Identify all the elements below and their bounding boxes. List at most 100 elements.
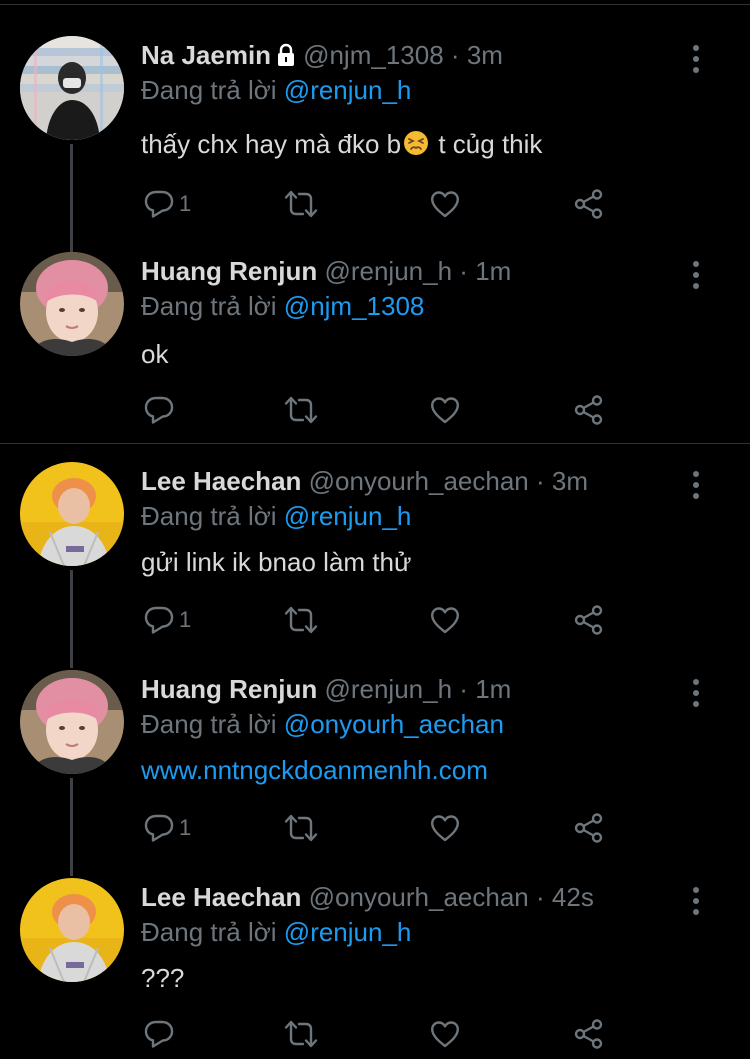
- avatar[interactable]: [20, 878, 124, 982]
- reply-count: 1: [179, 815, 192, 840]
- avatar[interactable]: [20, 462, 124, 566]
- more-options-icon[interactable]: [688, 470, 704, 500]
- display-name[interactable]: Lee Haechan: [141, 882, 301, 912]
- replying-to: Đang trả lời @njm_1308: [141, 290, 424, 322]
- timestamp[interactable]: 42s: [552, 882, 594, 912]
- heart-icon: [429, 1018, 461, 1050]
- avatar-image: [20, 878, 124, 982]
- lock-icon: [275, 42, 297, 74]
- reply-icon: [143, 188, 175, 220]
- reply-count: 1: [179, 191, 192, 216]
- like-button[interactable]: [429, 392, 461, 428]
- timestamp[interactable]: 3m: [467, 40, 503, 70]
- tweet-header: Lee Haechan @onyourh_aechan · 3m: [141, 465, 588, 497]
- more-options-icon[interactable]: [688, 678, 704, 708]
- replying-to-label: Đang trả lời: [141, 501, 277, 531]
- retweet-button[interactable]: [283, 810, 319, 846]
- separator-dot: ·: [536, 882, 545, 912]
- like-button[interactable]: [429, 186, 461, 222]
- share-button[interactable]: [573, 186, 605, 222]
- tweet-header: Lee Haechan @onyourh_aechan · 42s: [141, 881, 594, 913]
- tweet-text: gửi link ik bnao làm thử: [141, 547, 412, 577]
- tweet-actions: [141, 392, 621, 428]
- tweet-actions: 1: [141, 810, 621, 846]
- separator-dot: ·: [536, 466, 545, 496]
- reply-button[interactable]: 1: [143, 810, 191, 846]
- retweet-icon: [283, 1018, 319, 1050]
- tweet-header: Huang Renjun @renjun_h · 1m: [141, 255, 511, 287]
- display-name[interactable]: Lee Haechan: [141, 466, 301, 496]
- avatar[interactable]: [20, 670, 124, 774]
- mention-link[interactable]: @renjun_h: [284, 917, 412, 947]
- mention-link[interactable]: @renjun_h: [284, 75, 412, 105]
- share-icon: [573, 604, 605, 636]
- tweet-header: Huang Renjun @renjun_h · 1m: [141, 673, 511, 705]
- tweet-header: Na Jaemin @njm_1308 · 3m: [141, 39, 503, 74]
- like-button[interactable]: [429, 1016, 461, 1052]
- heart-icon: [429, 812, 461, 844]
- avatar[interactable]: [20, 36, 124, 140]
- share-icon: [573, 188, 605, 220]
- reply-icon: [143, 1018, 175, 1050]
- tweet-actions: 1: [141, 186, 621, 222]
- retweet-icon: [283, 394, 319, 426]
- reply-button[interactable]: 1: [143, 186, 191, 222]
- display-name[interactable]: Na Jaemin: [141, 40, 271, 70]
- replying-to: Đang trả lời @renjun_h: [141, 500, 411, 532]
- replying-to-label: Đang trả lời: [141, 291, 277, 321]
- retweet-icon: [283, 812, 319, 844]
- mention-link[interactable]: @renjun_h: [284, 501, 412, 531]
- user-handle[interactable]: @renjun_h: [324, 674, 452, 704]
- timestamp[interactable]: 3m: [552, 466, 588, 496]
- timestamp[interactable]: 1m: [475, 256, 511, 286]
- retweet-icon: [283, 604, 319, 636]
- share-icon: [573, 394, 605, 426]
- retweet-button[interactable]: [283, 1016, 319, 1052]
- more-options-icon[interactable]: [688, 44, 704, 74]
- persevering-face-icon: [403, 130, 429, 156]
- share-button[interactable]: [573, 1016, 605, 1052]
- separator-dot: ·: [459, 674, 468, 704]
- avatar[interactable]: [20, 252, 124, 356]
- more-options-icon[interactable]: [688, 886, 704, 916]
- replying-to-label: Đang trả lời: [141, 917, 277, 947]
- mention-link[interactable]: @njm_1308: [284, 291, 425, 321]
- share-button[interactable]: [573, 392, 605, 428]
- replying-to-label: Đang trả lời: [141, 709, 277, 739]
- retweet-button[interactable]: [283, 392, 319, 428]
- like-button[interactable]: [429, 602, 461, 638]
- tweet-actions: 1: [141, 602, 621, 638]
- retweet-button[interactable]: [283, 186, 319, 222]
- avatar-image: [20, 462, 124, 566]
- tweet-text: ???: [141, 963, 185, 993]
- tweet-text-part: t củg thik: [431, 129, 543, 159]
- share-button[interactable]: [573, 602, 605, 638]
- display-name[interactable]: Huang Renjun: [141, 674, 317, 704]
- user-handle[interactable]: @onyourh_aechan: [309, 882, 529, 912]
- user-handle[interactable]: @onyourh_aechan: [309, 466, 529, 496]
- reply-icon: [143, 394, 175, 426]
- reply-button[interactable]: [143, 1016, 179, 1052]
- tweet-text-part: thấy chx hay mà đko b: [141, 129, 402, 159]
- more-options-icon[interactable]: [688, 260, 704, 290]
- reply-button[interactable]: [143, 392, 179, 428]
- tweet-link[interactable]: www.nntngckdoanmenhh.com: [141, 754, 488, 786]
- heart-icon: [429, 604, 461, 636]
- retweet-icon: [283, 188, 319, 220]
- retweet-button[interactable]: [283, 602, 319, 638]
- user-handle[interactable]: @renjun_h: [324, 256, 452, 286]
- replying-to-label: Đang trả lời: [141, 75, 277, 105]
- reply-button[interactable]: 1: [143, 602, 191, 638]
- share-button[interactable]: [573, 810, 605, 846]
- reply-icon: [143, 604, 175, 636]
- display-name[interactable]: Huang Renjun: [141, 256, 317, 286]
- timestamp[interactable]: 1m: [475, 674, 511, 704]
- thread-line: [70, 144, 73, 252]
- mention-link[interactable]: @onyourh_aechan: [284, 709, 504, 739]
- user-handle[interactable]: @njm_1308: [303, 40, 444, 70]
- share-icon: [573, 812, 605, 844]
- reply-count: 1: [179, 607, 192, 632]
- avatar-image: [20, 252, 124, 356]
- like-button[interactable]: [429, 810, 461, 846]
- avatar-image: [20, 36, 124, 140]
